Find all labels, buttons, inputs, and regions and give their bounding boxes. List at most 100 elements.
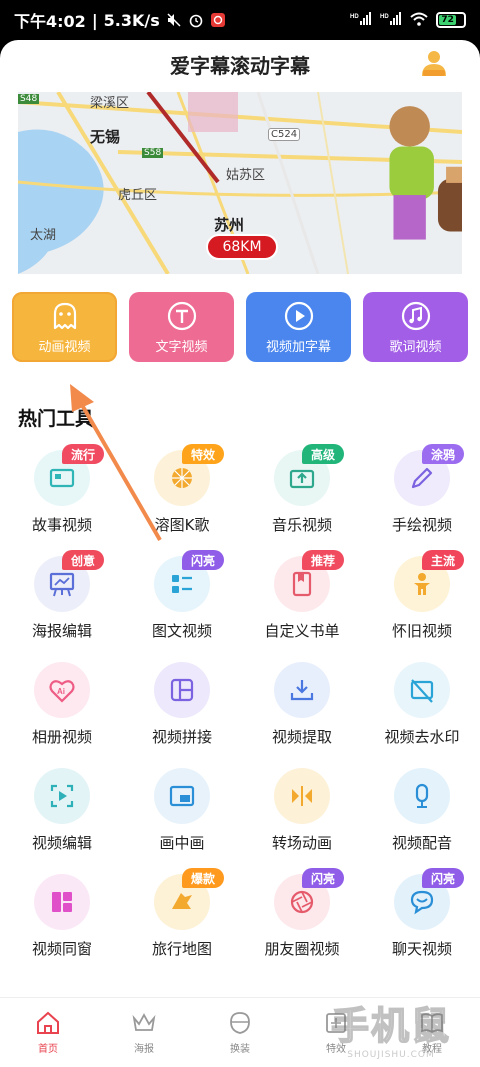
svg-text:HD: HD xyxy=(350,14,359,20)
tool-label: 旅行地图 xyxy=(151,940,212,958)
nav-outfit[interactable]: 换装 xyxy=(192,998,288,1067)
tool-grid[interactable]: 视频拼接 xyxy=(122,662,242,762)
nav-label: 海报 xyxy=(134,1044,154,1055)
map-label: 虎丘区 xyxy=(118,188,158,203)
tool-pip[interactable]: 画中画 xyxy=(122,768,242,868)
tool-ai-heart[interactable]: Ai 相册视频 xyxy=(2,662,122,762)
tool-label: 视频去水印 xyxy=(384,728,460,746)
tool-label: 转场动画 xyxy=(271,834,332,852)
tool-pen[interactable]: 涂鸦 手绘视频 xyxy=(362,444,480,550)
no-watermark-icon xyxy=(410,679,434,703)
feature-text-video[interactable]: 文字视频 xyxy=(129,292,234,362)
tool-icon-circle: 推荐 xyxy=(274,550,344,612)
tool-icon-circle: 涂鸦 xyxy=(394,444,464,506)
feature-subtitle-video[interactable]: 视频加字幕 xyxy=(246,292,351,362)
tool-lemon[interactable]: 特效溶图K歌 xyxy=(122,444,242,550)
tool-label: 视频提取 xyxy=(271,728,332,746)
tool-icon-circle xyxy=(394,662,450,718)
edit-video-icon xyxy=(50,784,74,808)
chat-icon xyxy=(410,890,434,915)
ai-heart-icon: Ai xyxy=(49,680,75,703)
map-label: 太湖 xyxy=(30,228,57,243)
feature-label: 文字视频 xyxy=(155,339,208,355)
signal-icon-2: HD xyxy=(380,11,402,29)
tool-badge: 推荐 xyxy=(302,550,344,570)
tool-label: 视频拼接 xyxy=(151,728,212,746)
tool-no-watermark[interactable]: 视频去水印 xyxy=(362,662,480,762)
signal-icon: HD xyxy=(350,11,372,29)
tool-transition[interactable]: 转场动画 xyxy=(242,768,362,868)
map-label: 无锡 xyxy=(90,128,121,146)
tool-badge: 特效 xyxy=(182,444,224,464)
feature-animation-video[interactable]: 动画视频 xyxy=(12,292,117,362)
tool-aperture[interactable]: 闪亮朋友圈视频 xyxy=(242,868,362,974)
tool-badge: 闪亮 xyxy=(302,868,344,888)
tool-icon-circle: Ai xyxy=(34,662,90,718)
tool-label: 聊天视频 xyxy=(391,940,452,958)
tool-download[interactable]: 视频提取 xyxy=(242,662,362,762)
nav-home[interactable]: 首页 xyxy=(0,998,96,1067)
tool-edit-video[interactable]: 视频编辑 xyxy=(2,768,122,868)
header: 爱字幕滚动字幕 xyxy=(0,40,480,88)
tool-badge: 创意 xyxy=(62,550,104,570)
tool-easel[interactable]: 创意 海报编辑 xyxy=(2,550,122,656)
tool-chat[interactable]: 闪亮 聊天视频 xyxy=(362,868,480,974)
tool-person[interactable]: 主流怀旧视频 xyxy=(362,550,480,656)
watermark-main: 手机鼠 xyxy=(330,1003,451,1049)
tool-label: 相册视频 xyxy=(31,728,92,746)
map-banner[interactable]: 梁溪区 无锡 虎丘区 姑苏区 苏州 太湖 C524 S58 S48 68KM xyxy=(18,92,462,274)
battery-level: 72 xyxy=(439,15,457,25)
profile-icon[interactable] xyxy=(420,48,448,78)
tool-label: 视频配音 xyxy=(391,834,452,852)
tool-badge: 主流 xyxy=(422,550,464,570)
status-time: 下午4:02 xyxy=(14,12,86,31)
story-icon xyxy=(49,468,75,488)
tool-travel[interactable]: 爆款 旅行地图 xyxy=(122,868,242,974)
tool-icon-circle xyxy=(154,768,210,824)
feature-label: 歌词视频 xyxy=(389,339,442,355)
tool-icon-circle: 闪亮 xyxy=(274,868,344,930)
tool-label: 音乐视频 xyxy=(271,516,332,534)
tool-label: 画中画 xyxy=(159,834,205,852)
watermark-sub: SHOUJISHU.COM xyxy=(347,1049,435,1060)
feature-row: 动画视频 文字视频 视频加字幕 歌词视频 xyxy=(12,292,468,362)
svg-text:HD: HD xyxy=(380,14,389,20)
tool-list[interactable]: 闪亮 图文视频 xyxy=(122,550,242,656)
tool-icon-circle xyxy=(34,874,90,930)
tool-badge: 高级 xyxy=(302,444,344,464)
tool-label: 怀旧视频 xyxy=(391,622,452,640)
app-notification-icon xyxy=(210,12,226,28)
tool-label: 视频编辑 xyxy=(31,834,92,852)
battery-icon: 72 xyxy=(436,12,466,28)
person-icon xyxy=(414,573,430,595)
home-icon xyxy=(37,1011,59,1034)
page-title: 爱字幕滚动字幕 xyxy=(170,53,310,78)
tool-label: 朋友圈视频 xyxy=(264,940,340,958)
nav-poster[interactable]: 海报 xyxy=(96,998,192,1067)
tool-upload[interactable]: 高级音乐视频 xyxy=(242,444,362,550)
watermark: 手机鼠 SHOUJISHU.COM xyxy=(316,995,466,1060)
tool-mic[interactable]: 视频配音 xyxy=(362,768,480,868)
status-bar: 下午4:02 | 5.3K/s HD HD 72 xyxy=(0,0,480,40)
tool-label: 故事视频 xyxy=(31,516,92,534)
travel-icon xyxy=(172,893,192,909)
tool-split-window[interactable]: 视频同窗 xyxy=(2,874,122,974)
tool-icon-circle: 特效 xyxy=(154,444,224,506)
section-title-hot-tools: 热门工具 xyxy=(18,408,95,430)
tool-book[interactable]: 推荐自定义书单 xyxy=(242,550,362,656)
tool-icon-circle: 创意 xyxy=(34,550,104,612)
feature-lyrics-video[interactable]: 歌词视频 xyxy=(363,292,468,362)
grid-icon xyxy=(170,678,194,702)
tool-icon-circle xyxy=(154,662,210,718)
feature-label: 动画视频 xyxy=(38,339,91,355)
tool-icon-circle xyxy=(274,662,330,718)
tool-story[interactable]: 流行故事视频 xyxy=(2,444,122,550)
lemon-icon xyxy=(172,468,192,488)
tool-label: 自定义书单 xyxy=(264,622,340,640)
tool-label: 溶图K歌 xyxy=(154,516,210,534)
pip-icon xyxy=(169,785,195,807)
network-speed: 5.3K/s xyxy=(103,10,160,30)
tool-badge: 流行 xyxy=(62,444,104,464)
app-screen: 爱字幕滚动字幕 梁溪区 无锡 虎丘区 姑苏区 苏州 太湖 C524 S58 S4… xyxy=(0,40,480,1067)
tool-label: 手绘视频 xyxy=(391,516,452,534)
